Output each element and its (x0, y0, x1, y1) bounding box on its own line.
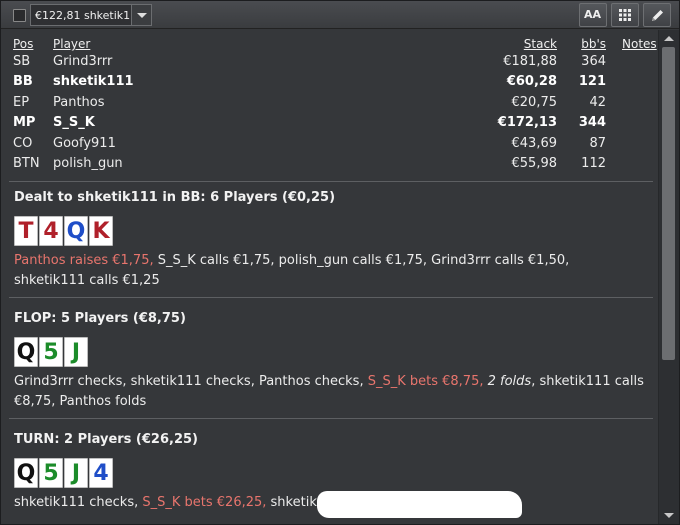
font-size-button[interactable]: AA (579, 3, 607, 27)
row-player: Panthos (53, 95, 105, 110)
row-pos: BTN (13, 156, 40, 171)
hand-select-value: €122,81 shketik111 (35, 9, 145, 22)
player-row: BTN polish_gun €55,98 112 (1, 156, 658, 176)
street-actions-flop: Grind3rrr checks, shketik111 checks, Pan… (14, 372, 644, 412)
street-title-preflop: Dealt to shketik111 in BB: 6 Players (€0… (14, 190, 336, 205)
header-player[interactable]: Player (53, 37, 90, 51)
row-stack: €43,69 (511, 136, 558, 151)
card: Q (64, 216, 88, 246)
chevron-down-icon[interactable] (131, 5, 151, 25)
row-pos: MP (13, 115, 36, 130)
select-hand-checkbox[interactable] (13, 9, 26, 22)
row-pos: EP (13, 95, 30, 110)
street-actions-preflop: Panthos raises €1,75, S_S_K calls €1,75,… (14, 251, 644, 291)
row-bb: 112 (581, 156, 606, 171)
board-cards-flop: Q 5 J (14, 337, 89, 367)
header-bb[interactable]: bb's (581, 37, 606, 51)
row-player: Goofy911 (53, 136, 116, 151)
pencil-icon (652, 10, 663, 21)
action-text: Grind3rrr checks, shketik111 checks, Pan… (14, 374, 368, 389)
font-size-icon: AA (584, 8, 602, 21)
hole-cards: T 4 Q K (14, 216, 114, 246)
row-stack: €172,13 (497, 115, 557, 130)
divider (9, 297, 653, 298)
player-row: SB Grind3rrr €181,88 364 (1, 54, 658, 74)
row-pos: CO (13, 136, 33, 151)
card: K (89, 216, 113, 246)
card: T (14, 216, 38, 246)
player-row: EP Panthos €20,75 42 (1, 95, 658, 115)
grid-view-button[interactable] (611, 3, 639, 27)
action-highlight: S_S_K bets €8,75, (367, 374, 484, 389)
card: 4 (39, 216, 63, 246)
card: 5 (39, 458, 63, 488)
row-bb: 121 (578, 74, 606, 89)
action-italic: 2 folds (487, 374, 532, 389)
divider (9, 181, 653, 182)
row-stack: €20,75 (511, 95, 558, 110)
header-stack[interactable]: Stack (524, 37, 557, 51)
row-bb: 42 (589, 95, 606, 110)
row-bb: 364 (581, 54, 606, 69)
row-stack: €55,98 (511, 156, 558, 171)
player-row: MP S_S_K €172,13 344 (1, 115, 658, 135)
row-player: S_S_K (53, 115, 95, 130)
card: J (64, 458, 88, 488)
hand-replayer-window: €122,81 shketik111 AA Pos Player Stack b… (0, 0, 680, 525)
hand-history-content: Pos Player Stack bb's Notes SB Grind3rrr… (1, 30, 658, 524)
scrollbar-thumb[interactable] (662, 47, 675, 360)
row-stack: €60,28 (506, 74, 557, 89)
redaction-mark (317, 491, 522, 518)
action-highlight: S_S_K bets €26,25, (142, 495, 267, 510)
player-row: CO Goofy911 €43,69 87 (1, 136, 658, 156)
action-text: shketik111 checks, (14, 495, 143, 510)
card: J (64, 337, 88, 367)
row-bb: 344 (578, 115, 606, 130)
row-player: shketik111 (53, 74, 134, 89)
street-title-flop: FLOP: 5 Players (€8,75) (14, 311, 186, 326)
card: Q (14, 458, 38, 488)
card: 4 (89, 458, 113, 488)
action-highlight: Panthos raises €1,75, (14, 253, 154, 268)
vertical-scrollbar[interactable] (658, 30, 679, 524)
row-bb: 87 (589, 136, 606, 151)
scroll-up-icon[interactable] (664, 36, 674, 41)
divider (9, 418, 653, 419)
row-pos: BB (13, 74, 33, 89)
header-notes[interactable]: Notes (622, 37, 657, 51)
hand-select-dropdown[interactable]: €122,81 shketik111 (30, 4, 152, 26)
row-player: polish_gun (53, 156, 123, 171)
board-cards-turn: Q 5 J 4 (14, 458, 114, 488)
edit-notes-button[interactable] (643, 3, 671, 27)
row-pos: SB (13, 54, 31, 69)
card: 5 (39, 337, 63, 367)
grid-icon (619, 9, 631, 21)
header-pos[interactable]: Pos (13, 37, 33, 51)
player-row: BB shketik111 €60,28 121 (1, 74, 658, 94)
toolbar: €122,81 shketik111 AA (1, 1, 679, 29)
street-title-turn: TURN: 2 Players (€26,25) (14, 432, 198, 447)
card: Q (14, 337, 38, 367)
scroll-down-icon[interactable] (664, 513, 674, 518)
row-player: Grind3rrr (53, 54, 113, 69)
row-stack: €181,88 (503, 54, 557, 69)
